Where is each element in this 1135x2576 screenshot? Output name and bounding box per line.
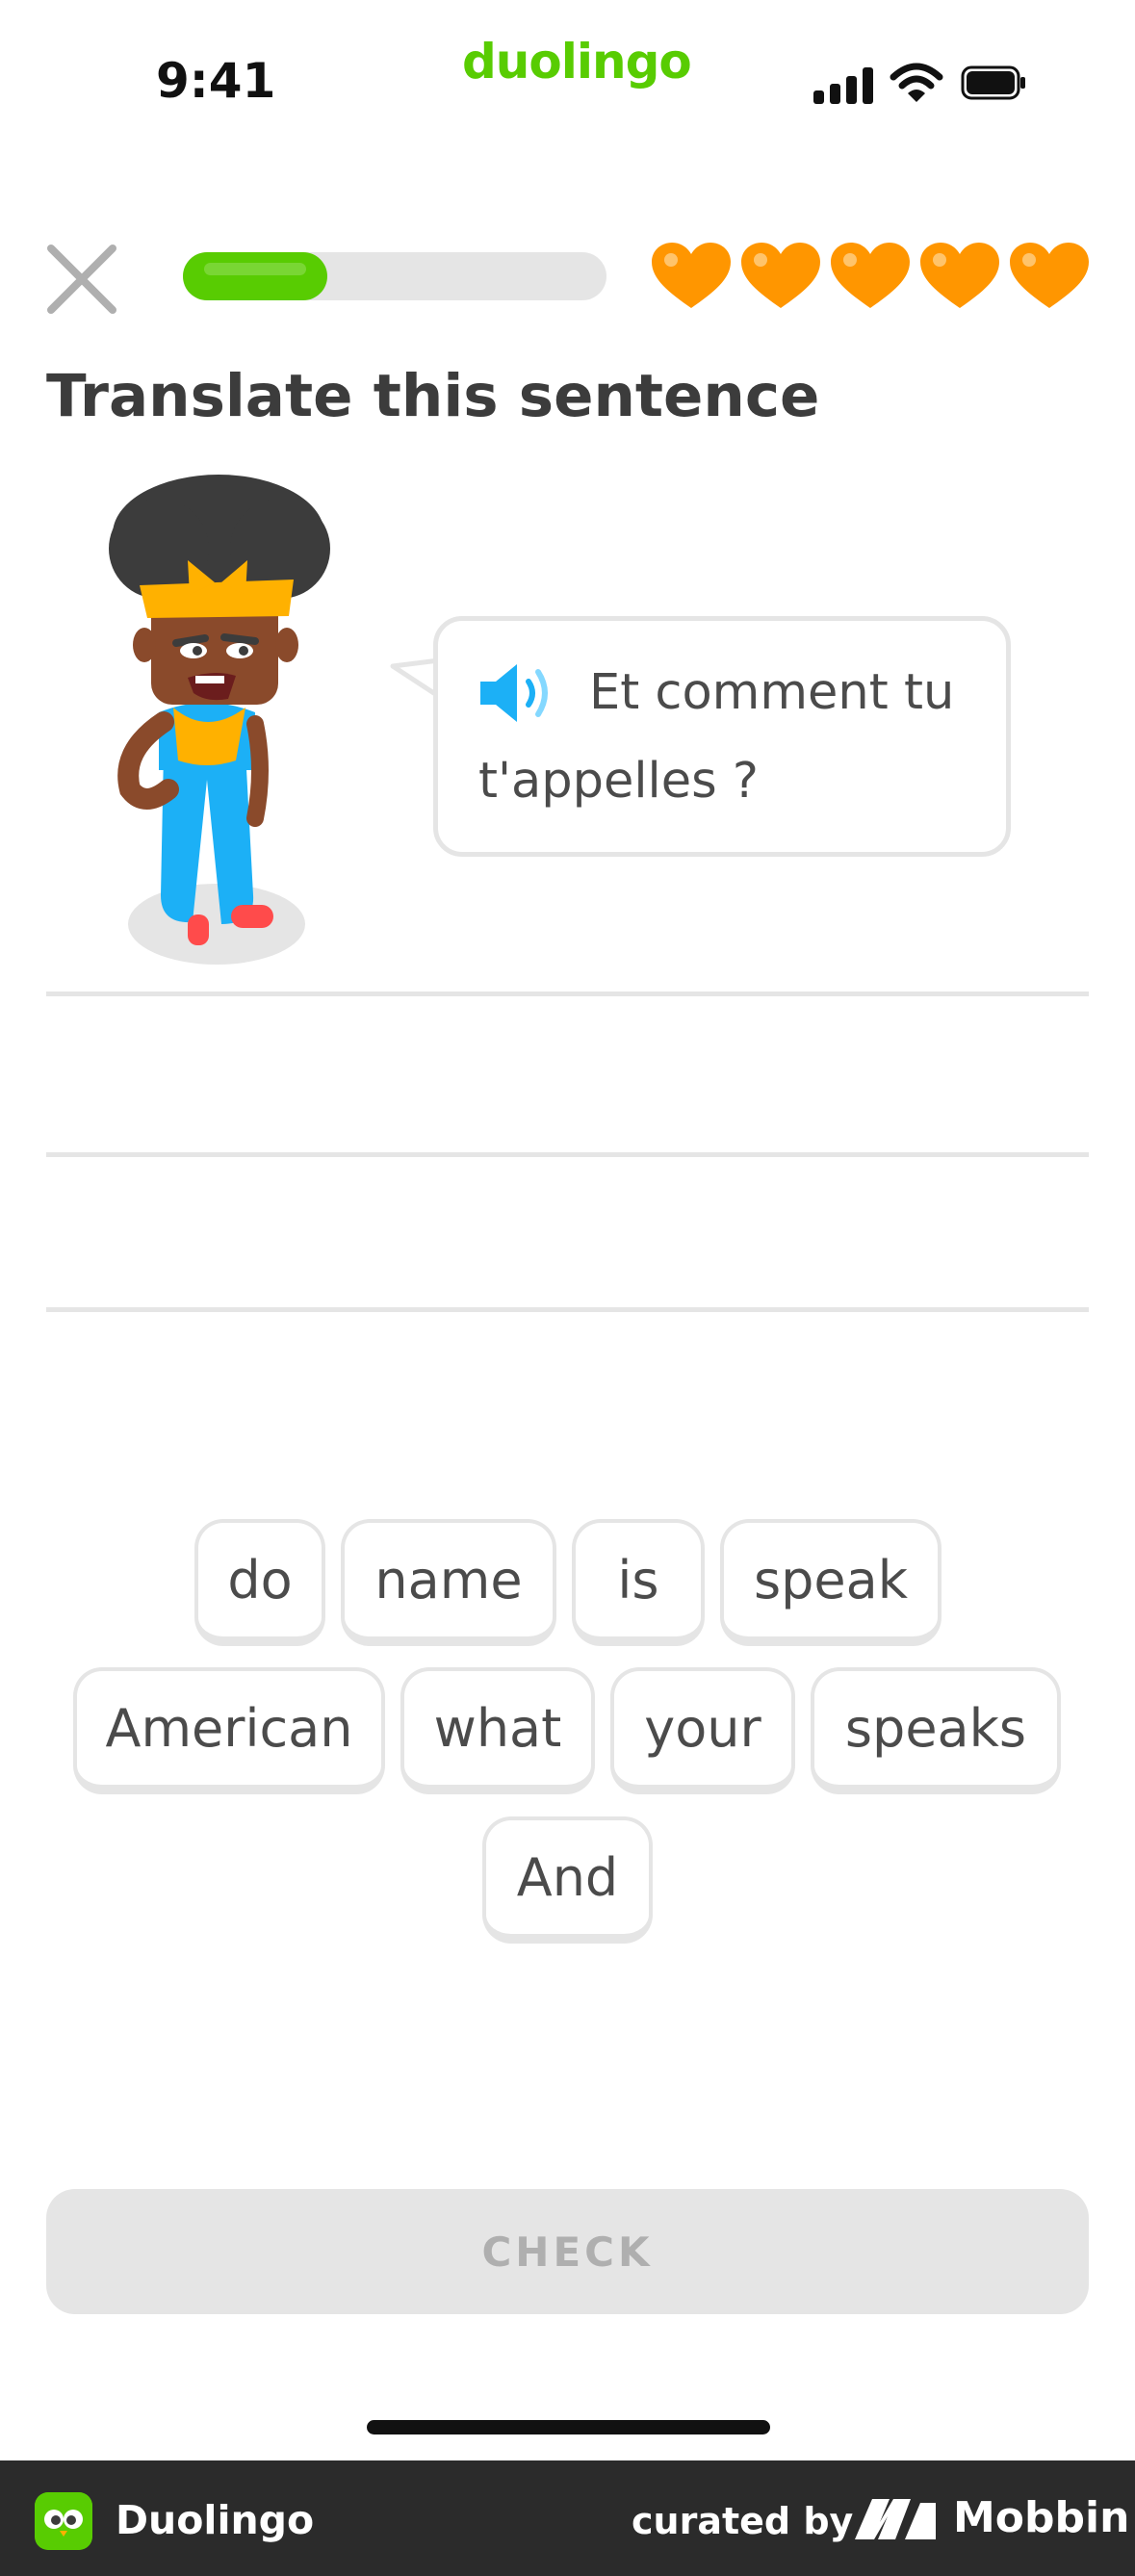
close-icon[interactable] [43, 241, 120, 318]
heart-icon [920, 243, 999, 308]
wifi-icon [890, 63, 943, 102]
word-chip-american[interactable]: American [73, 1667, 385, 1794]
footer-curated-label: curated by [632, 2500, 854, 2542]
word-chip-do[interactable]: do [194, 1519, 325, 1646]
word-chip-is[interactable]: is [572, 1519, 705, 1646]
word-chip-and[interactable]: And [482, 1816, 653, 1944]
battery-icon [961, 65, 1025, 100]
phrase-line-1[interactable]: Et comment tu [589, 664, 954, 721]
answer-line [46, 992, 1089, 996]
phrase-line-2[interactable]: t'appelles ? [478, 753, 759, 810]
speech-bubble [433, 616, 1011, 857]
answer-line [46, 1152, 1089, 1157]
heart-icon [1010, 243, 1089, 308]
duolingo-logo: duolingo [462, 34, 692, 90]
home-indicator[interactable] [367, 2420, 770, 2434]
status-time: 9:41 [156, 53, 276, 109]
duolingo-app-icon [35, 2492, 92, 2550]
word-chip-speak[interactable]: speak [720, 1519, 942, 1646]
cellular-signal-icon [813, 65, 873, 104]
heart-icon [831, 243, 910, 308]
lesson-progress-fill [183, 252, 327, 300]
word-chip-speaks[interactable]: speaks [811, 1667, 1061, 1794]
word-chip-name[interactable]: name [341, 1519, 556, 1646]
footer-brand: Mobbin [953, 2493, 1130, 2542]
footer-app-name: Duolingo [116, 2497, 315, 2543]
speaker-icon[interactable] [477, 658, 557, 728]
word-chip-what[interactable]: what [400, 1667, 595, 1794]
character-illustration [109, 475, 330, 965]
heart-icon [741, 243, 820, 308]
page-title: Translate this sentence [46, 362, 820, 430]
word-chip-your[interactable]: your [610, 1667, 795, 1794]
heart-icon [652, 243, 731, 308]
progress-highlight [204, 263, 306, 275]
mobbin-logo-icon [855, 2499, 936, 2539]
check-button[interactable]: CHECK [46, 2189, 1089, 2314]
answer-line [46, 1307, 1089, 1312]
